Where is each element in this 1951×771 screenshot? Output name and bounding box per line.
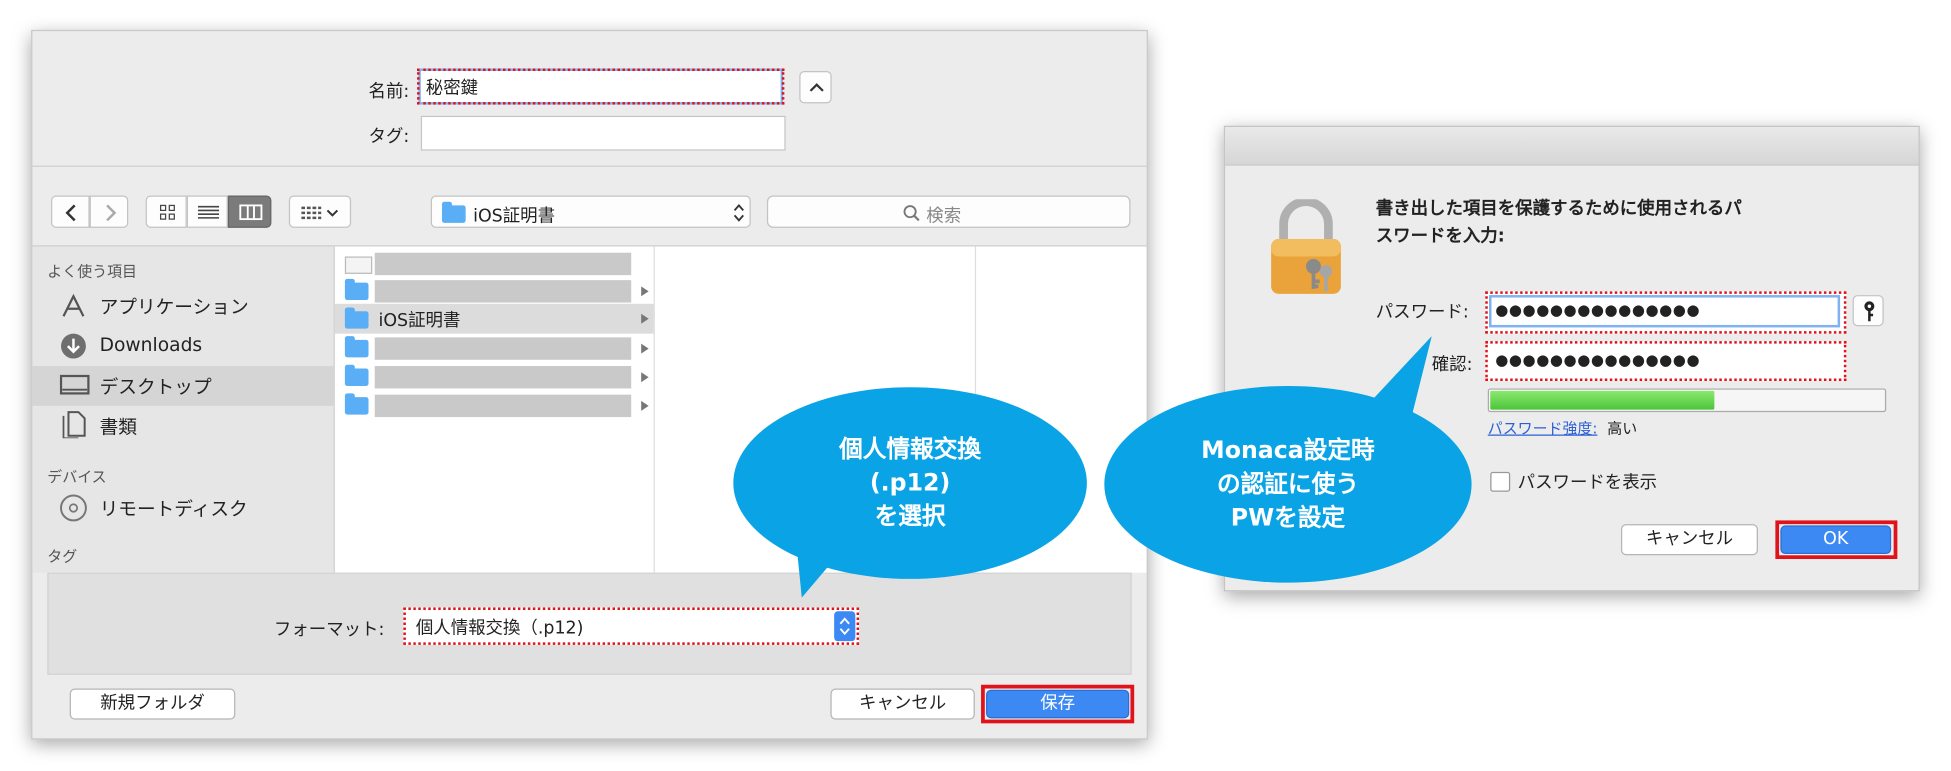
sidebar: よく使う項目 アプリケーション Downloads デスクトップ 書類 デバイス… [32,246,334,573]
disclosure-arrow-icon [641,400,649,411]
documents-icon [62,411,86,439]
column-view-button[interactable] [227,195,272,228]
devices-header: デバイス [47,468,107,486]
name-label: 名前: [368,82,410,103]
callout-line: PWを設定 [1230,503,1346,531]
icon-view-icon [159,204,175,220]
chevron-left-icon [65,204,76,222]
remote-disc-icon [60,494,87,522]
verify-value: ●●●●●●●●●●●●●●● [1495,351,1701,369]
path-folder-name: iOS証明書 [473,206,556,227]
sidebar-item-label: アプリケーション [99,296,249,319]
callout-line: 個人情報交換 [839,435,982,463]
folder-row-selected[interactable]: iOS証明書 [334,303,654,334]
column-view-icon [239,204,263,221]
password-assistant-button[interactable] [1852,295,1884,327]
password-field[interactable]: ●●●●●●●●●●●●●●● [1485,291,1847,334]
folder-icon [344,307,369,329]
dialog-message: 書き出した項目を保護するために使用されるパスワードを入力: [1375,199,1742,247]
callout-line: (.p12) [869,468,951,497]
updown-chevron-icon [839,617,850,636]
disclosure-arrow-icon [641,313,649,324]
path-popup[interactable]: iOS証明書 [430,195,751,228]
password-label: パスワード: [1375,302,1469,323]
desktop-icon [59,374,90,395]
callout-select-format: 個人情報交換 (.p12) を選択 [733,387,1087,579]
list-view-button[interactable] [186,195,228,228]
folder-icon [344,336,369,358]
ok-button[interactable]: OK [1780,525,1892,555]
folder-row-redacted[interactable] [374,366,632,389]
folder-icon [441,201,466,223]
disclosure-arrow-icon [641,343,649,354]
folder-icon [344,364,369,386]
password-value: ●●●●●●●●●●●●●●● [1495,301,1701,319]
callout-set-password: Monaca設定時 の認証に使う PWを設定 [1104,385,1472,583]
callout-line: Monaca設定時 [1201,436,1375,464]
tag-field[interactable] [420,115,786,151]
sidebar-item-label: Downloads [99,333,203,357]
updown-chevron-icon [733,204,744,222]
downloads-icon [61,333,86,359]
show-password-label: パスワードを表示 [1517,473,1658,494]
back-button[interactable] [51,195,90,228]
chevron-right-icon [106,204,117,222]
sidebar-item-remote-disc[interactable]: リモートディスク [32,491,333,526]
chevron-up-icon [809,83,824,92]
applications-icon [62,293,85,317]
sidebar-item-label: 書類 [99,415,137,439]
folder-row-redacted[interactable] [374,337,632,360]
key-icon [1864,301,1875,322]
save-dialog: 名前: 秘密鍵 タグ: iOS証明書 検索 よく使う項目 アプリケーション Do… [31,29,1148,740]
verify-field[interactable]: ●●●●●●●●●●●●●●● [1485,341,1847,381]
arrange-icon [301,206,339,220]
folder-name: iOS証明書 [378,311,461,332]
show-password-checkbox[interactable] [1490,471,1511,492]
name-value: 秘密鍵 [425,78,479,99]
title-bar [1225,126,1919,166]
favorites-header: よく使う項目 [47,262,137,281]
file-icon [344,256,373,274]
file-row-redacted[interactable] [374,252,632,276]
strength-meter [1487,388,1887,413]
folder-icon [344,393,369,415]
strength-link[interactable]: パスワード強度: [1488,417,1598,438]
callout-line: を選択 [874,502,946,530]
sidebar-item-label: デスクトップ [99,375,212,399]
new-folder-button[interactable]: 新規フォルダ [69,688,236,720]
callout-line: の認証に使う [1216,469,1359,498]
search-icon [903,205,920,222]
sidebar-item-documents[interactable]: 書類 [32,408,333,443]
search-placeholder: 検索 [926,206,962,227]
options-panel: フォーマット: 個人情報交換（.p12) [47,572,1132,675]
cancel-button[interactable]: キャンセル [830,688,975,720]
folder-row-redacted[interactable] [374,394,632,418]
disclosure-arrow-icon [641,286,649,297]
collapse-button[interactable] [799,70,832,104]
format-label: フォーマット: [273,620,385,640]
divider [32,165,1147,167]
sidebar-item-downloads[interactable]: Downloads [32,329,333,364]
format-value: 個人情報交換（.p12) [415,618,584,639]
sidebar-item-label: リモートディスク [99,498,248,521]
tag-label: タグ: [368,126,410,147]
save-button[interactable]: 保存 [986,689,1130,719]
search-input[interactable]: 検索 [766,195,1131,228]
list-view-icon [197,205,220,219]
forward-button[interactable] [89,195,129,228]
arrange-button[interactable] [288,195,352,228]
sidebar-item-desktop[interactable]: デスクトップ [32,366,334,406]
sidebar-item-applications[interactable]: アプリケーション [32,289,333,324]
lock-icon [1271,199,1341,294]
strength-meter-fill [1490,390,1715,410]
strength-value: 高い [1607,419,1638,437]
column-1: iOS証明書 [334,247,654,573]
folder-row-redacted[interactable] [374,280,632,303]
tags-header: タグ [47,547,78,566]
disclosure-arrow-icon [641,372,649,383]
name-field[interactable]: 秘密鍵 [417,68,785,105]
icon-view-button[interactable] [145,195,187,228]
cancel-button[interactable]: キャンセル [1620,524,1758,556]
folder-icon [344,278,369,301]
